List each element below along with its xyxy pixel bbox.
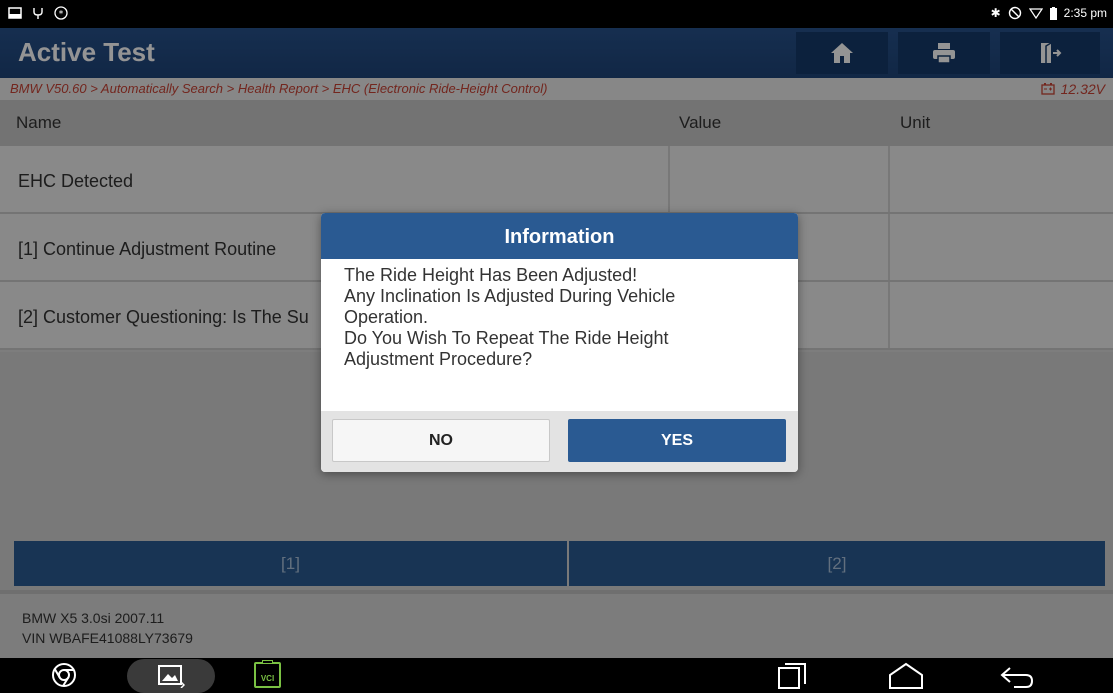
yes-button[interactable]: YES <box>568 419 786 462</box>
chrome-icon[interactable] <box>51 662 77 688</box>
home-nav-icon[interactable] <box>888 662 924 690</box>
battery-icon <box>1049 6 1057 20</box>
screenshot-notification-icon <box>8 7 22 19</box>
wifi-icon <box>1028 8 1043 20</box>
debug-icon: * <box>54 6 68 20</box>
usb-icon <box>33 8 43 19</box>
status-time: 2:35 pm <box>1063 6 1107 20</box>
do-not-disturb-icon <box>1008 6 1021 20</box>
vci-label: VCI <box>260 674 275 683</box>
vci-button[interactable]: VCI <box>254 660 281 688</box>
gallery-app-button[interactable] <box>127 659 215 693</box>
recent-apps-icon[interactable] <box>777 662 807 690</box>
dialog-footer: NO YES <box>321 411 798 472</box>
status-bar: * ✱ 2:35 pm <box>0 0 1113 28</box>
dialog-message-line: The Ride Height Has Been Adjusted! <box>344 265 638 285</box>
vci-connector-icon <box>262 660 273 664</box>
bluetooth-icon: ✱ <box>990 6 1001 20</box>
gallery-icon <box>158 665 185 688</box>
dialog-message-line: Do You Wish To Repeat The Ride Height <box>344 328 669 348</box>
dialog-message-line: Operation. <box>344 307 429 327</box>
dialog-title: Information <box>321 213 798 259</box>
back-icon[interactable] <box>1000 662 1034 690</box>
dialog-message-line: Any Inclination Is Adjusted During Vehic… <box>344 286 676 306</box>
no-button[interactable]: NO <box>332 419 550 462</box>
dialog-message-line: Adjustment Procedure? <box>344 349 533 369</box>
information-dialog: Information The Ride Height Has Been Adj… <box>321 213 798 472</box>
system-nav-bar: VCI <box>0 658 1113 693</box>
dialog-message: The Ride Height Has Been Adjusted! Any I… <box>321 259 798 411</box>
svg-text:*: * <box>59 10 64 20</box>
